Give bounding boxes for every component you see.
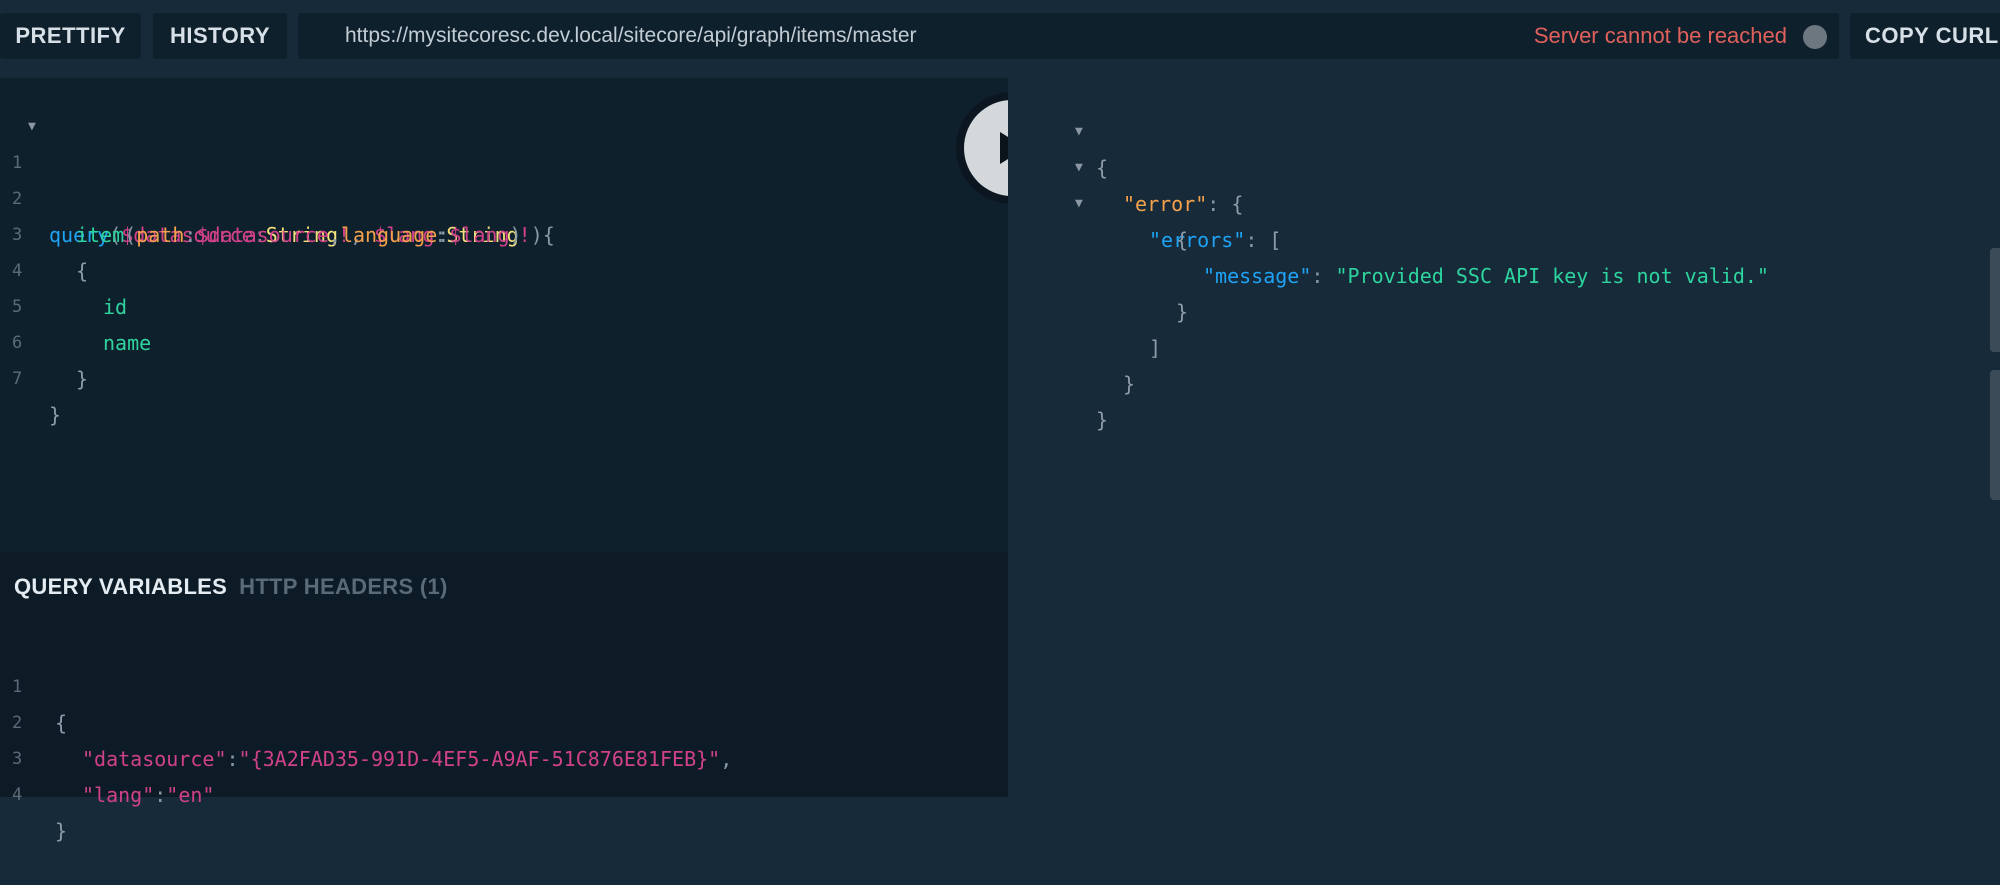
editor-line-4: 4 id — [12, 261, 128, 319]
result-line-2: ▼ "error": { — [1008, 114, 1243, 216]
status-dot-icon — [1803, 25, 1827, 49]
editor-line-7: 7 } — [12, 369, 62, 427]
fold-arrow-icon[interactable]: ▼ — [1075, 114, 1083, 150]
editor-line-2: 2 item(path:$datasource,language:$lang) — [12, 189, 522, 247]
variables-line-3: 3 "lang":"en" — [12, 749, 215, 807]
fold-arrow-icon[interactable]: ▼ — [1075, 186, 1083, 222]
fold-arrow-icon[interactable]: ▼ — [28, 109, 36, 145]
result-pane: ▼ { ▼ "error": { ▼ "errors": [ { "messag… — [1008, 72, 2000, 797]
result-line-8: } — [1123, 372, 1136, 396]
variables-line-1: 1 { — [12, 677, 68, 735]
result-line-4: { — [1176, 228, 1189, 252]
endpoint-url-text: https://mysitecoresc.dev.local/sitecore/… — [345, 24, 917, 47]
variables-line-4: 4 } — [12, 785, 68, 843]
result-line-1: ▼ { — [1008, 78, 1108, 180]
editor-line-6: 6 } — [12, 333, 89, 391]
result-line-6: } — [1176, 300, 1189, 324]
editor-line-1: 1 ▼ query($datasource:String!, $lang:Str… — [0, 109, 555, 247]
variables-line-2: 2 "datasource":"{3A2FAD35-991D-4EF5-A9AF… — [12, 713, 733, 771]
toolbar: PRETTIFY HISTORY https://mysitecoresc.de… — [0, 0, 2000, 72]
variables-tabs: QUERY VARIABLES HTTP HEADERS (1) — [14, 574, 448, 600]
history-button[interactable]: HISTORY — [153, 13, 287, 59]
scrollbar[interactable] — [1990, 248, 2000, 352]
endpoint-url-field[interactable]: https://mysitecoresc.dev.local/sitecore/… — [298, 13, 1839, 59]
tab-http-headers[interactable]: HTTP HEADERS (1) — [239, 574, 448, 599]
result-line-5: "message": "Provided SSC API key is not … — [1203, 264, 1769, 288]
editor-line-3: 3 { — [12, 225, 89, 283]
result-line-3: ▼ "errors": [ — [1008, 150, 1281, 252]
tab-query-variables[interactable]: QUERY VARIABLES — [14, 574, 227, 599]
scrollbar[interactable] — [1990, 370, 2000, 500]
fold-arrow-icon[interactable]: ▼ — [1075, 150, 1083, 186]
query-editor[interactable]: 1 ▼ query($datasource:String!, $lang:Str… — [0, 78, 1008, 552]
server-status-text: Server cannot be reached — [1533, 23, 1787, 48]
editor-line-5: 5 name — [12, 297, 152, 355]
prettify-button[interactable]: PRETTIFY — [0, 13, 141, 59]
result-line-9: } — [1096, 408, 1109, 432]
variables-editor[interactable]: 1 { 2 "datasource":"{3A2FAD35-991D-4EF5-… — [0, 633, 1008, 843]
result-line-7: ] — [1149, 336, 1162, 360]
copy-curl-button[interactable]: COPY CURL — [1850, 13, 2000, 59]
